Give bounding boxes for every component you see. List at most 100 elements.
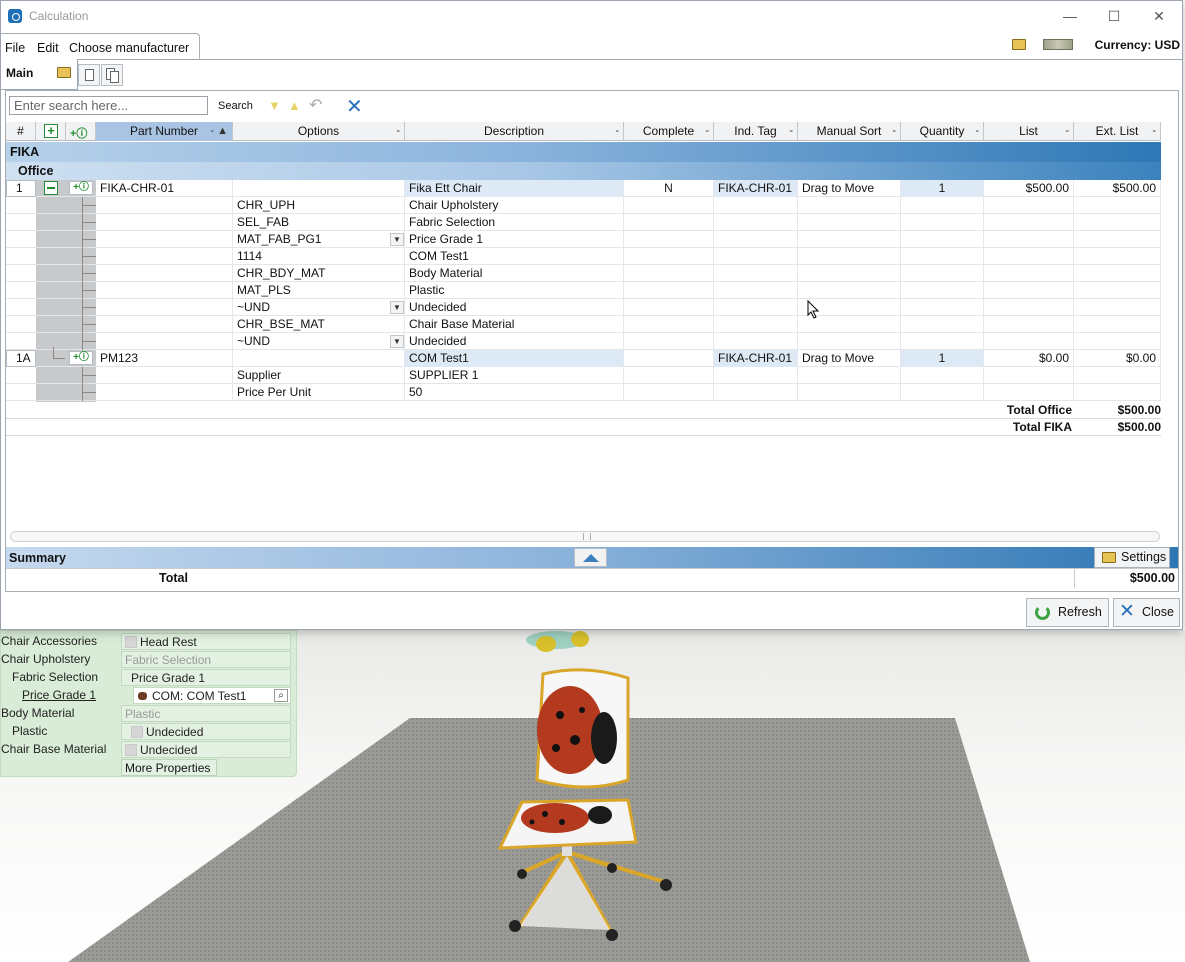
cell-list[interactable] — [984, 384, 1074, 401]
col-ext-list-menu-icon[interactable]: - — [1152, 122, 1156, 140]
cell-part[interactable] — [96, 333, 233, 350]
cell-sort[interactable] — [798, 197, 901, 214]
cell-part[interactable] — [96, 265, 233, 282]
col-header-quantity[interactable]: Quantity - — [901, 122, 984, 141]
cell-sort[interactable] — [798, 214, 901, 231]
minimize-button[interactable]: — — [1050, 5, 1090, 27]
col-header-list[interactable]: List - — [984, 122, 1074, 141]
search-button[interactable]: Search — [218, 100, 253, 112]
cell-complete[interactable]: N — [624, 180, 714, 197]
head-rest-checkbox[interactable] — [125, 636, 137, 648]
cell-part[interactable] — [96, 214, 233, 231]
cell-tag[interactable] — [714, 282, 798, 299]
cell-sort[interactable]: Drag to Move — [798, 350, 901, 367]
new-document-button[interactable] — [78, 64, 100, 86]
cell-qty[interactable] — [901, 384, 984, 401]
head-rest-checkbox-field[interactable]: Head Rest — [121, 633, 291, 650]
cell-option[interactable]: CHR_BDY_MAT — [233, 265, 405, 282]
col-header-complete[interactable]: Complete - — [624, 122, 714, 141]
cell-ext[interactable]: $500.00 — [1074, 180, 1161, 197]
cell-qty[interactable]: 1 — [901, 350, 984, 367]
cell-sort[interactable] — [798, 248, 901, 265]
col-header-info[interactable]: +ⓘ — [66, 122, 96, 141]
summary-toggle-button[interactable] — [574, 548, 607, 567]
add-all-icon[interactable]: + — [44, 124, 58, 138]
cell-tag[interactable] — [714, 231, 798, 248]
undo-icon[interactable]: ↶ — [309, 95, 322, 115]
cell-option[interactable]: SEL_FAB — [233, 214, 405, 231]
settings-button[interactable]: Settings — [1094, 547, 1170, 568]
cell-complete[interactable] — [624, 248, 714, 265]
cell-list[interactable] — [984, 231, 1074, 248]
cell-desc[interactable]: Fika Ett Chair — [405, 180, 624, 197]
cell-part[interactable]: PM123 — [96, 350, 233, 367]
cell-sort[interactable] — [798, 282, 901, 299]
col-ind-tag-menu-icon[interactable]: - — [789, 122, 793, 140]
cell-part[interactable] — [96, 384, 233, 401]
undecided-field-2[interactable]: Undecided — [121, 741, 291, 758]
option-row[interactable]: Price Per Unit 50 — [6, 384, 1161, 401]
cell-sort[interactable]: Drag to Move — [798, 180, 901, 197]
cell-tag[interactable] — [714, 384, 798, 401]
cell-complete[interactable] — [624, 350, 714, 367]
item-row[interactable]: 1A +ⓘ PM123 COM Test1 FIKA-CHR-01 Drag to Mov… — [6, 347, 1161, 367]
filter-clear-icon[interactable]: ▲ — [288, 98, 301, 113]
cell-ext[interactable] — [1074, 214, 1161, 231]
cell-ext[interactable] — [1074, 299, 1161, 316]
col-header-manual-sort[interactable]: Manual Sort - — [798, 122, 901, 141]
option-row[interactable]: SEL_FAB Fabric Selection — [6, 214, 1161, 231]
cell-part[interactable] — [96, 248, 233, 265]
cell-qty[interactable] — [901, 282, 984, 299]
cell-desc[interactable]: Plastic — [405, 282, 624, 299]
option-dropdown-icon[interactable]: ▼ — [390, 301, 404, 314]
cell-qty[interactable] — [901, 299, 984, 316]
col-options-menu-icon[interactable]: - — [396, 122, 400, 140]
menu-file[interactable]: File — [5, 41, 25, 55]
undecided-field-1[interactable]: Undecided — [121, 723, 291, 740]
cell-tag[interactable]: FIKA-CHR-01 — [714, 350, 798, 367]
col-header-options[interactable]: Options - — [233, 122, 405, 141]
cell-tag[interactable] — [714, 333, 798, 350]
cell-part[interactable] — [96, 231, 233, 248]
cell-list[interactable] — [984, 282, 1074, 299]
cell-complete[interactable] — [624, 265, 714, 282]
col-header-ext-list[interactable]: Ext. List - — [1074, 122, 1161, 141]
col-quantity-menu-icon[interactable]: - — [975, 122, 979, 140]
cell-desc[interactable]: COM Test1 — [405, 350, 624, 367]
cell-qty[interactable] — [901, 333, 984, 350]
option-row[interactable]: ~UND Undecided ▼ — [6, 333, 1161, 350]
menu-choose-manufacturer[interactable]: Choose manufacturer — [69, 41, 189, 55]
search-icon[interactable]: ⌕ — [274, 689, 288, 702]
cell-qty[interactable] — [901, 197, 984, 214]
cell-sort[interactable] — [798, 265, 901, 282]
currency-icon[interactable] — [1043, 39, 1073, 50]
cell-qty[interactable] — [901, 214, 984, 231]
cell-option[interactable]: 1114 — [233, 248, 405, 265]
cell-qty[interactable] — [901, 248, 984, 265]
cell-desc[interactable]: Undecided — [405, 333, 624, 350]
col-header-ind-tag[interactable]: Ind. Tag - — [714, 122, 798, 141]
cell-option[interactable]: CHR_UPH — [233, 197, 405, 214]
cell-complete[interactable] — [624, 197, 714, 214]
option-row[interactable]: MAT_PLS Plastic — [6, 282, 1161, 299]
cell-tag[interactable] — [714, 248, 798, 265]
cell-complete[interactable] — [624, 231, 714, 248]
cell-list[interactable] — [984, 214, 1074, 231]
col-manual-sort-menu-icon[interactable]: - — [892, 122, 896, 140]
cell-tag[interactable]: FIKA-CHR-01 — [714, 180, 798, 197]
copy-document-button[interactable] — [101, 64, 123, 86]
cell-desc[interactable]: Body Material — [405, 265, 624, 282]
clear-search-icon[interactable]: ✕ — [346, 94, 363, 119]
cell-option[interactable]: MAT_PLS — [233, 282, 405, 299]
undecided-checkbox-1[interactable] — [131, 726, 143, 738]
group-band-fika[interactable]: FIKA — [6, 142, 1161, 162]
undecided-checkbox-2[interactable] — [125, 744, 137, 756]
cell-qty[interactable] — [901, 231, 984, 248]
cell-desc[interactable]: Undecided — [405, 299, 624, 316]
cell-desc[interactable]: Chair Upholstery — [405, 197, 624, 214]
cell-sort[interactable] — [798, 384, 901, 401]
cell-ext[interactable] — [1074, 231, 1161, 248]
folder-icon[interactable] — [1012, 39, 1026, 50]
cell-list[interactable] — [984, 316, 1074, 333]
cell-desc[interactable]: Price Grade 1 — [405, 231, 624, 248]
